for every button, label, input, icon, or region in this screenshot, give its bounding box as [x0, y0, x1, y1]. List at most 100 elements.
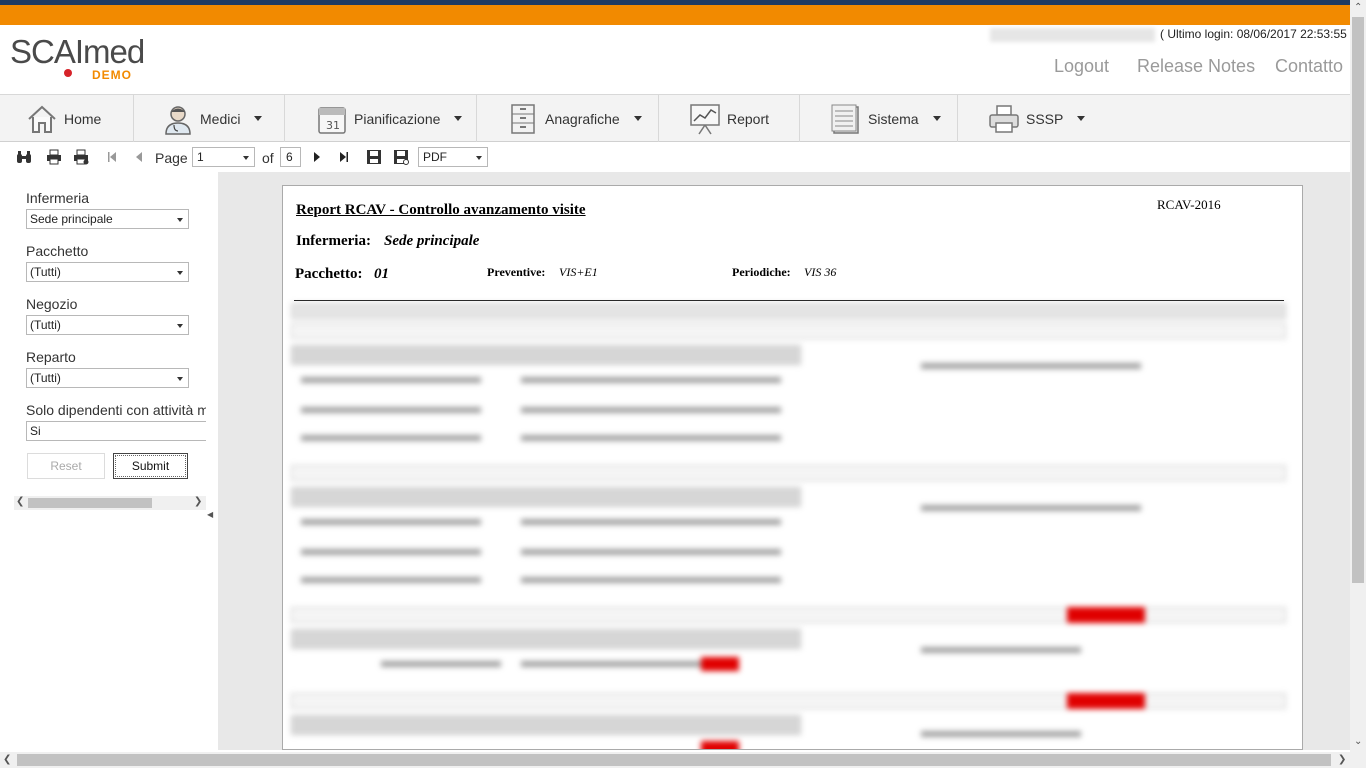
table-row — [301, 407, 481, 413]
table-row — [301, 577, 481, 583]
table-row — [521, 377, 781, 383]
page-number-select[interactable]: 1 — [192, 147, 255, 167]
table-row — [521, 435, 781, 441]
scrollbar-corner — [1350, 752, 1366, 768]
panel-horizontal-scrollbar[interactable]: ❮ ❯ — [14, 496, 206, 510]
collapse-panel-icon[interactable]: ◀ — [207, 510, 213, 519]
nav-item-sssp[interactable]: SSSP — [958, 95, 1088, 142]
logo-dot-icon — [64, 69, 72, 77]
solo-dipendenti-value: Si — [30, 424, 41, 438]
total-pages-value: 6 — [286, 150, 293, 164]
logout-link[interactable]: Logout — [1054, 56, 1109, 77]
nav-item-pianificazione[interactable]: 31 Pianificazione — [285, 95, 477, 142]
report-preventive-label: Preventive: — [487, 265, 546, 279]
infermeria-value: Sede principale — [30, 212, 113, 226]
find-icon[interactable] — [16, 149, 32, 165]
scroll-left-icon[interactable]: ❮ — [3, 754, 11, 765]
main-nav: Home Medici 31 Pianificazione Anagrafich… — [0, 94, 1350, 142]
horizontal-scroll-thumb[interactable] — [17, 754, 1331, 766]
dropdown-arrow-icon — [243, 156, 249, 160]
pacchetto-value: (Tutti) — [30, 265, 61, 279]
report-pacchetto-label: Pacchetto: — [295, 266, 363, 282]
nav-item-anagrafiche[interactable]: Anagrafiche — [477, 95, 659, 142]
report-code: RCAV-2016 — [1157, 197, 1221, 212]
table-row — [291, 323, 1286, 339]
reparto-select[interactable]: (Tutti) — [26, 368, 189, 388]
negozio-value: (Tutti) — [30, 318, 61, 332]
infermeria-select[interactable]: Sede principale — [26, 209, 189, 229]
nav-item-home[interactable]: Home — [0, 95, 134, 142]
last-page-icon[interactable] — [336, 149, 352, 165]
nav-label-sistema: Sistema — [868, 110, 919, 127]
table-row — [921, 731, 1081, 737]
report-pacchetto-value: 01 — [374, 266, 389, 282]
dropdown-arrow-icon — [177, 218, 183, 222]
table-row — [521, 549, 781, 555]
nav-label-anagrafiche: Anagrafiche — [545, 110, 620, 127]
table-row — [291, 629, 801, 649]
parameters-panel: Infermeria Sede principale Pacchetto (Tu… — [10, 172, 218, 750]
reset-button[interactable]: Reset — [27, 453, 105, 479]
vertical-scroll-thumb[interactable] — [1352, 17, 1364, 583]
page-vertical-scrollbar[interactable]: ⌃ ⌄ — [1350, 0, 1366, 752]
scroll-up-icon[interactable]: ⌃ — [1354, 2, 1362, 13]
table-row — [291, 465, 1286, 481]
app-logo[interactable]: SCAImed DEMO — [10, 33, 155, 85]
table-row — [521, 407, 781, 413]
scroll-right-icon[interactable]: ❯ — [1338, 754, 1346, 765]
submit-button[interactable]: Submit — [113, 453, 188, 479]
dropdown-arrow-icon — [177, 377, 183, 381]
print-page-icon[interactable] — [73, 149, 89, 165]
top-orange-bar — [0, 5, 1350, 25]
scroll-left-icon[interactable]: ❮ — [16, 496, 24, 507]
report-infermeria-value: Sede principale — [384, 233, 480, 249]
previous-page-icon[interactable] — [131, 149, 147, 165]
pacchetto-select[interactable]: (Tutti) — [26, 262, 189, 282]
chevron-down-icon — [1077, 116, 1086, 121]
table-row — [301, 549, 481, 555]
table-row — [291, 345, 801, 365]
chevron-down-icon — [454, 116, 463, 121]
scroll-down-icon[interactable]: ⌄ — [1354, 736, 1362, 747]
calendar-day-number: 31 — [326, 119, 340, 132]
reparto-value: (Tutti) — [30, 371, 61, 385]
print-icon[interactable] — [46, 149, 62, 165]
export-format-select[interactable]: PDF — [418, 147, 488, 167]
nav-label-report: Report — [727, 110, 770, 127]
doctor-icon — [165, 105, 191, 135]
nav-item-sistema[interactable]: Sistema — [800, 95, 958, 142]
save-icon[interactable] — [366, 149, 382, 165]
report-preventive-value: VIS+E1 — [559, 265, 598, 279]
report-toolbar: Page 1 of 6 PDF — [0, 142, 1350, 172]
dropdown-arrow-icon — [177, 324, 183, 328]
save-as-icon[interactable] — [393, 149, 409, 165]
logo-text: SCAImed — [10, 33, 145, 70]
alert-cell — [1067, 607, 1145, 623]
chevron-down-icon — [932, 116, 941, 121]
nav-item-report[interactable]: Report — [659, 95, 800, 142]
nav-item-medici[interactable]: Medici — [134, 95, 285, 142]
server-icon — [831, 104, 859, 134]
of-label: of — [262, 150, 274, 166]
first-page-icon[interactable] — [104, 149, 120, 165]
report-infermeria-label: Infermeria: — [296, 233, 371, 249]
cabinet-icon — [511, 103, 535, 134]
solo-dipendenti-field[interactable]: Si — [26, 421, 206, 441]
next-page-icon[interactable] — [309, 149, 325, 165]
chevron-down-icon — [633, 116, 642, 121]
negozio-select[interactable]: (Tutti) — [26, 315, 189, 335]
chart-board-icon — [690, 103, 720, 134]
page-horizontal-scrollbar[interactable]: ❮ ❯ — [0, 752, 1350, 768]
report-page: Report RCAV - Controllo avanzamento visi… — [282, 185, 1303, 750]
printer-icon — [989, 104, 1019, 133]
scroll-right-icon[interactable]: ❯ — [194, 496, 202, 507]
table-row — [291, 487, 801, 507]
alert-cell — [701, 657, 739, 671]
total-pages-field: 6 — [280, 147, 301, 167]
table-row — [301, 435, 481, 441]
release-notes-link[interactable]: Release Notes — [1137, 56, 1255, 77]
contatto-link[interactable]: Contatto — [1275, 56, 1343, 77]
panel-scroll-thumb[interactable] — [28, 498, 152, 508]
nav-label-medici: Medici — [200, 110, 241, 127]
negozio-label: Negozio — [26, 296, 78, 312]
